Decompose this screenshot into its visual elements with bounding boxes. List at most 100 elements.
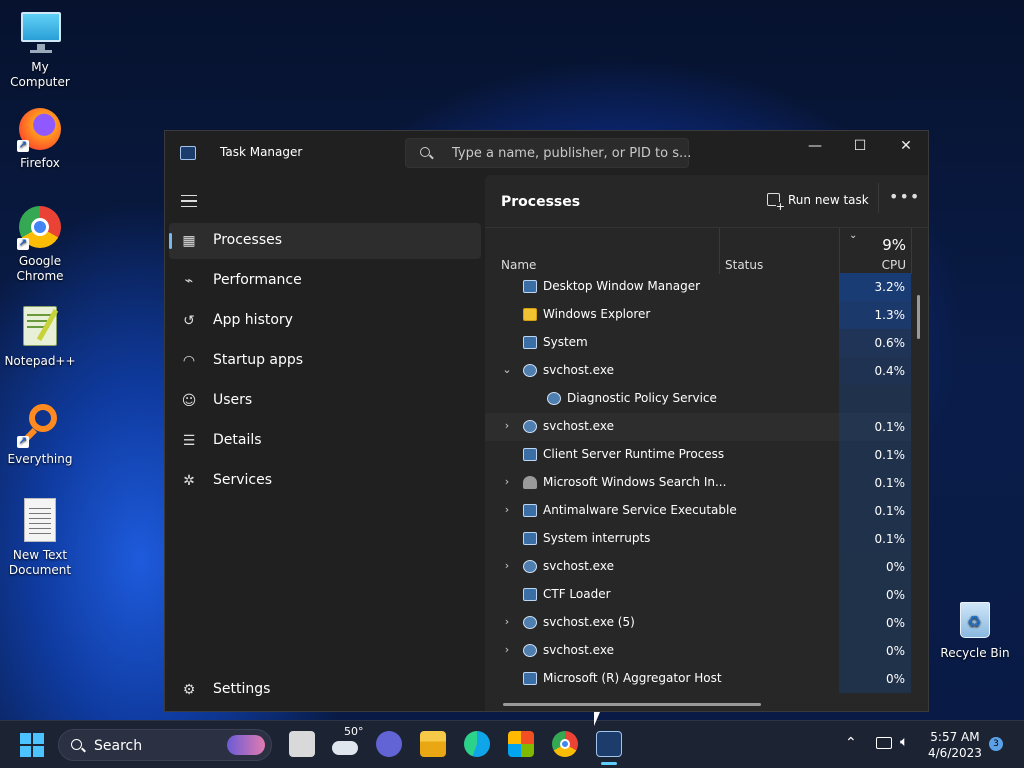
notification-badge[interactable]: 3 xyxy=(989,737,1003,751)
store-icon[interactable] xyxy=(508,731,534,757)
process-row[interactable]: System 0.6% xyxy=(485,329,911,357)
clock-time: 5:57 AM xyxy=(930,730,980,744)
task-view-icon[interactable] xyxy=(289,731,315,757)
more-options-button[interactable]: ••• xyxy=(889,187,920,206)
file-explorer-icon[interactable] xyxy=(420,731,446,757)
column-divider xyxy=(911,228,912,274)
desktop-icon-new-text-document[interactable]: New Text Document xyxy=(0,498,80,578)
minimize-button[interactable]: — xyxy=(792,131,838,163)
process-row[interactable]: › Microsoft Windows Search In... 0.1% xyxy=(485,469,911,497)
process-name: svchost.exe xyxy=(543,363,614,377)
desktop-icon-firefox[interactable]: ↗ Firefox xyxy=(0,106,80,171)
nav-item-app-history[interactable]: ↺ App history xyxy=(169,303,481,339)
processes-panel: Processes Run new task ••• Name Status ⌄… xyxy=(485,175,928,711)
nav-item-performance[interactable]: ⌁ Performance xyxy=(169,263,481,299)
text-document-icon xyxy=(17,498,63,544)
taskbar-clock[interactable]: 5:57 AM 4/6/2023 xyxy=(928,729,982,761)
search-box[interactable]: Type a name, publisher, or PID to s... xyxy=(405,138,691,168)
process-row[interactable]: › svchost.exe 0% xyxy=(485,637,911,665)
maximize-button[interactable]: ☐ xyxy=(837,131,883,163)
nav-item-startup-apps[interactable]: ◠ Startup apps xyxy=(169,343,481,379)
start-icon[interactable] xyxy=(20,733,44,757)
network-icon[interactable] xyxy=(876,737,892,749)
edge-icon[interactable] xyxy=(464,731,490,757)
horizontal-scrollbar[interactable] xyxy=(503,703,761,706)
process-list: Desktop Window Manager 3.2% Windows Explor… xyxy=(485,273,911,697)
chevron-up-icon[interactable]: ⌃ xyxy=(845,735,857,751)
clock-date: 4/6/2023 xyxy=(928,746,982,760)
process-cpu: 0.6% xyxy=(839,329,911,357)
run-new-task-button[interactable]: Run new task xyxy=(767,193,869,212)
search-icon xyxy=(71,739,82,750)
volume-icon[interactable]: 🔈︎ xyxy=(900,734,908,750)
process-cpu: 0.1% xyxy=(839,441,911,469)
desktop-icon-everything[interactable]: ↗ Everything xyxy=(0,402,80,467)
hamburger-menu-icon[interactable] xyxy=(181,195,197,207)
startup-gauge-icon: ◠ xyxy=(182,353,196,369)
task-manager-icon[interactable] xyxy=(596,731,622,757)
chevron-right-icon[interactable]: › xyxy=(501,559,513,572)
chevron-right-icon[interactable]: › xyxy=(501,615,513,628)
process-row[interactable]: Microsoft (R) Aggregator Host 0% xyxy=(485,665,911,693)
desktop-icon-label: Firefox xyxy=(20,156,60,170)
process-row[interactable]: › svchost.exe (5) 0% xyxy=(485,609,911,637)
desktop-icon-notepadpp[interactable]: Notepad++ xyxy=(0,304,80,369)
process-row[interactable]: ⌄ svchost.exe 0.4% xyxy=(485,357,911,385)
monitor-icon xyxy=(17,10,63,56)
process-row[interactable]: System interrupts 0.1% xyxy=(485,525,911,553)
nav-item-processes[interactable]: ▦ Processes xyxy=(169,223,481,259)
chevron-right-icon[interactable]: › xyxy=(501,503,513,516)
process-name: Microsoft (R) Aggregator Host xyxy=(543,671,722,685)
nav-item-services[interactable]: ✲ Services xyxy=(169,463,481,499)
column-header-name[interactable]: Name xyxy=(501,258,536,272)
service-gear-icon xyxy=(523,616,537,629)
process-row[interactable]: CTF Loader 0% xyxy=(485,581,911,609)
search-icon xyxy=(420,147,430,157)
process-cpu: 0.1% xyxy=(839,497,911,525)
column-divider[interactable] xyxy=(719,228,720,274)
desktop-icon-my-computer[interactable]: My Computer xyxy=(0,10,80,90)
process-row[interactable]: › Antimalware Service Executable 0.1% xyxy=(485,497,911,525)
task-manager-window: Task Manager Type a name, publisher, or … xyxy=(164,130,929,712)
chevron-right-icon[interactable]: › xyxy=(501,643,513,656)
column-header-cpu[interactable]: CPU xyxy=(882,258,906,272)
mouse-cursor-icon xyxy=(594,712,600,726)
column-header: Name Status ⌄ 9% CPU xyxy=(485,227,928,274)
nav-item-label: Services xyxy=(213,472,273,488)
process-row[interactable]: Windows Explorer 1.3% xyxy=(485,301,911,329)
process-row[interactable]: Desktop Window Manager 3.2% xyxy=(485,273,911,301)
weather-icon[interactable]: 50° xyxy=(332,725,364,757)
history-clock-icon: ↺ xyxy=(183,313,195,329)
search-highlight-icon xyxy=(227,735,265,755)
vertical-scrollbar[interactable] xyxy=(917,295,920,339)
desktop-icon-label: Recycle Bin xyxy=(940,646,1010,660)
column-divider[interactable] xyxy=(839,228,840,274)
chevron-right-icon[interactable]: › xyxy=(501,419,513,432)
process-row[interactable]: Diagnostic Policy Service xyxy=(485,385,911,413)
process-cpu: 0.4% xyxy=(839,357,911,385)
desktop-icon-recycle-bin[interactable]: ♻ Recycle Bin xyxy=(935,596,1015,661)
process-row[interactable]: › svchost.exe 0% xyxy=(485,553,911,581)
nav-item-settings[interactable]: ⚙ Settings xyxy=(169,672,481,708)
nav-item-users[interactable]: ☺ Users xyxy=(169,383,481,419)
desktop-icon-label: My Computer xyxy=(10,60,70,89)
chevron-down-icon[interactable]: ⌄ xyxy=(501,363,513,376)
column-header-status[interactable]: Status xyxy=(725,258,763,272)
recycle-bin-icon: ♻ xyxy=(952,596,998,642)
process-name: svchost.exe xyxy=(543,643,614,657)
chrome-icon[interactable] xyxy=(552,731,578,757)
taskbar-search-box[interactable]: Search xyxy=(58,729,272,761)
close-button[interactable]: ✕ xyxy=(883,131,929,163)
nav-item-label: Settings xyxy=(213,681,271,697)
cpu-total-percent[interactable]: 9% xyxy=(882,236,906,254)
desktop-icon-chrome[interactable]: ↗ Google Chrome xyxy=(0,204,80,284)
search-user-icon xyxy=(523,476,537,489)
process-row[interactable]: Client Server Runtime Process 0.1% xyxy=(485,441,911,469)
title-bar[interactable]: Task Manager Type a name, publisher, or … xyxy=(165,131,928,175)
task-manager-app-icon xyxy=(180,146,196,160)
nav-item-details[interactable]: ☰ Details xyxy=(169,423,481,459)
process-name: svchost.exe (5) xyxy=(543,615,635,629)
teams-chat-icon[interactable] xyxy=(376,731,402,757)
process-row[interactable]: › svchost.exe 0.1% xyxy=(485,413,911,441)
chevron-right-icon[interactable]: › xyxy=(501,475,513,488)
